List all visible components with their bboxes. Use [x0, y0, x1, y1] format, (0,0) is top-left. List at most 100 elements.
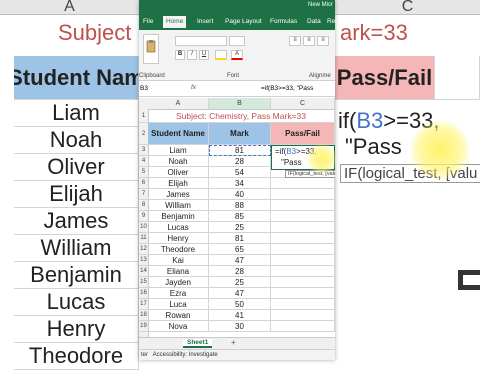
student-name-cell[interactable]: Noah — [148, 156, 209, 167]
tab-page-layout[interactable]: Page Layout — [222, 16, 265, 28]
student-name-cell[interactable]: Oliver — [148, 167, 209, 178]
bg-name-cell: Oliver — [14, 154, 139, 181]
row-header[interactable]: 11 — [139, 233, 148, 244]
font-name-box[interactable] — [175, 36, 227, 46]
bg-right-edge-mark — [458, 270, 480, 290]
row-header[interactable]: 19 — [139, 321, 148, 332]
pass-fail-cell[interactable] — [271, 233, 335, 244]
mark-cell[interactable]: 88 — [209, 200, 271, 211]
pass-fail-cell[interactable] — [271, 178, 335, 189]
add-sheet-button[interactable]: + — [231, 338, 236, 347]
sheet-title-cell[interactable]: Subject: Chemistry, Pass Mark=33 — [148, 109, 335, 123]
student-name-cell[interactable]: William — [148, 200, 209, 211]
paste-button[interactable] — [143, 34, 159, 64]
align-center-button[interactable]: ≡ — [303, 36, 315, 46]
tab-insert[interactable]: Insert — [194, 16, 216, 28]
row-header[interactable]: 12 — [139, 244, 148, 255]
align-right-button[interactable]: ≡ — [317, 36, 329, 46]
mark-cell[interactable]: 54 — [209, 167, 271, 178]
row-header[interactable]: 17 — [139, 299, 148, 310]
row-header[interactable]: 9 — [139, 211, 148, 222]
student-name-cell[interactable]: Rowan — [148, 310, 209, 321]
row-header[interactable]: 14 — [139, 266, 148, 277]
pass-fail-cell[interactable] — [271, 277, 335, 288]
row-header[interactable]: 5 — [139, 167, 148, 178]
tab-formulas[interactable]: Formulas — [267, 16, 300, 28]
tab-review[interactable]: Re — [324, 16, 335, 28]
pass-fail-cell[interactable] — [271, 310, 335, 321]
student-name-cell[interactable]: Kai — [148, 255, 209, 266]
header-pass-fail[interactable]: Pass/Fail — [271, 123, 335, 145]
column-header-b[interactable]: B — [209, 98, 271, 109]
bold-button[interactable]: B — [175, 50, 185, 60]
row-header[interactable]: 7 — [139, 189, 148, 200]
clipboard-group-label: Clipboard — [139, 73, 165, 79]
tab-home[interactable]: Home — [163, 16, 187, 28]
pass-fail-cell[interactable] — [271, 321, 335, 332]
mark-cell[interactable]: 25 — [209, 277, 271, 288]
column-header-c[interactable]: C — [271, 98, 335, 109]
mark-cell[interactable]: 47 — [209, 288, 271, 299]
italic-button[interactable]: I — [187, 50, 197, 60]
row-header[interactable]: 3 — [139, 145, 148, 156]
status-text: ter Accessibility: Investigate — [141, 352, 218, 358]
pass-fail-cell[interactable] — [271, 299, 335, 310]
pass-fail-cell[interactable] — [271, 200, 335, 211]
student-name-cell[interactable]: Luca — [148, 299, 209, 310]
align-left-button[interactable]: ≡ — [289, 36, 301, 46]
student-name-cell[interactable]: Eliana — [148, 266, 209, 277]
row-header[interactable]: 8 — [139, 200, 148, 211]
tab-data[interactable]: Data — [304, 16, 324, 28]
header-student-name[interactable]: Student Name — [148, 123, 209, 145]
student-name-cell[interactable]: James — [148, 189, 209, 200]
name-box[interactable]: B3 — [140, 85, 160, 92]
student-name-cell[interactable]: Liam — [148, 145, 209, 156]
mark-cell[interactable]: 65 — [209, 244, 271, 255]
row-header[interactable]: 15 — [139, 277, 148, 288]
mark-cell[interactable]: 47 — [209, 255, 271, 266]
student-name-cell[interactable]: Lucas — [148, 222, 209, 233]
mark-cell[interactable]: 81 — [209, 233, 271, 244]
pass-fail-cell[interactable] — [271, 222, 335, 233]
student-name-cell[interactable]: Theodore — [148, 244, 209, 255]
pass-fail-cell[interactable] — [271, 189, 335, 200]
row-header[interactable]: 16 — [139, 288, 148, 299]
student-name-cell[interactable]: Jayden — [148, 277, 209, 288]
row-header[interactable]: 4 — [139, 156, 148, 167]
pass-fail-cell[interactable] — [271, 288, 335, 299]
mark-cell[interactable]: 25 — [209, 222, 271, 233]
student-name-cell[interactable]: Ezra — [148, 288, 209, 299]
formula-input[interactable]: =if(B3>=33, "Pass — [261, 85, 313, 92]
mark-cell[interactable]: 30 — [209, 321, 271, 332]
column-header-a[interactable]: A — [148, 98, 209, 109]
student-name-cell[interactable]: Henry — [148, 233, 209, 244]
row-header[interactable]: 6 — [139, 178, 148, 189]
underline-button[interactable]: U — [199, 50, 209, 60]
row-header[interactable]: 1 — [139, 109, 148, 123]
row-header[interactable]: 2 — [139, 123, 148, 145]
pass-fail-cell[interactable] — [271, 266, 335, 277]
pass-fail-cell[interactable] — [271, 244, 335, 255]
fill-color-button[interactable] — [215, 50, 227, 60]
sheet-tab-sheet1[interactable]: Sheet1 — [183, 339, 213, 348]
font-color-button[interactable]: A — [231, 50, 243, 60]
mark-cell[interactable]: 50 — [209, 299, 271, 310]
mark-cell[interactable]: 40 — [209, 189, 271, 200]
mark-cell[interactable]: 28 — [209, 156, 271, 167]
student-name-cell[interactable]: Elijah — [148, 178, 209, 189]
student-name-cell[interactable]: Benjamin — [148, 211, 209, 222]
header-mark[interactable]: Mark — [209, 123, 271, 145]
row-header[interactable]: 10 — [139, 222, 148, 233]
font-size-box[interactable] — [229, 36, 245, 46]
row-header[interactable]: 13 — [139, 255, 148, 266]
mark-cell[interactable]: 28 — [209, 266, 271, 277]
pass-fail-cell[interactable] — [271, 255, 335, 266]
pass-fail-cell[interactable] — [271, 211, 335, 222]
bg-name-cell: Liam — [14, 100, 139, 127]
tab-file[interactable]: File — [140, 16, 156, 28]
mark-cell[interactable]: 85 — [209, 211, 271, 222]
mark-cell[interactable]: 41 — [209, 310, 271, 321]
student-name-cell[interactable]: Nova — [148, 321, 209, 332]
mark-cell[interactable]: 34 — [209, 178, 271, 189]
row-header[interactable]: 18 — [139, 310, 148, 321]
